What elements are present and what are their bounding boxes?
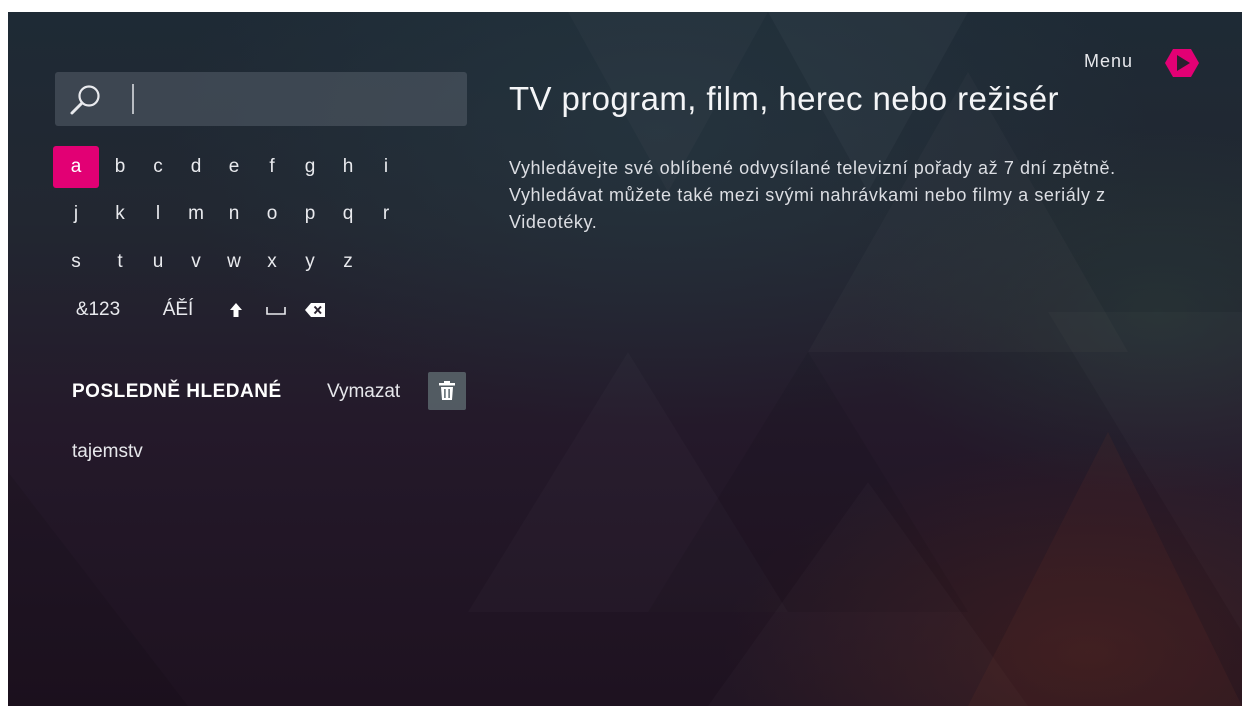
key-w[interactable]: w [217, 241, 251, 283]
key-t[interactable]: t [103, 241, 137, 283]
key-i[interactable]: i [369, 146, 403, 188]
play-arrow-icon [1165, 49, 1199, 77]
key-a[interactable]: a [53, 146, 99, 188]
key-b[interactable]: b [103, 146, 137, 188]
key-backspace[interactable] [297, 289, 333, 331]
key-shift[interactable] [221, 289, 251, 331]
key-y[interactable]: y [293, 241, 327, 283]
text-cursor [132, 84, 134, 114]
clear-history-label[interactable]: Vymazat [327, 381, 400, 403]
key-d[interactable]: d [179, 146, 213, 188]
key-v[interactable]: v [179, 241, 213, 283]
key-o[interactable]: o [255, 193, 289, 235]
key-p[interactable]: p [293, 193, 327, 235]
menu-label: Menu [1084, 51, 1134, 71]
key-m[interactable]: m [179, 193, 213, 235]
search-input[interactable] [55, 72, 467, 126]
on-screen-keyboard: a b c d e f g h i j k l m n o p q r s t … [53, 146, 473, 346]
recent-search-item[interactable]: tajemstv [72, 441, 143, 463]
key-numbers[interactable]: &123 [67, 289, 129, 331]
key-q[interactable]: q [331, 193, 365, 235]
search-headline: TV program, film, herec nebo režisér [509, 80, 1059, 117]
key-e[interactable]: e [217, 146, 251, 188]
key-c[interactable]: c [141, 146, 175, 188]
key-space[interactable] [259, 289, 293, 331]
key-h[interactable]: h [331, 146, 365, 188]
key-x[interactable]: x [255, 241, 289, 283]
key-l[interactable]: l [141, 193, 175, 235]
search-icon [70, 85, 100, 115]
key-u[interactable]: u [141, 241, 175, 283]
key-g[interactable]: g [293, 146, 327, 188]
backspace-icon [305, 302, 325, 317]
key-s[interactable]: s [59, 241, 93, 283]
up-arrow-icon [230, 302, 242, 317]
recent-searches-title: POSLEDNĚ HLEDANÉ [72, 381, 282, 402]
trash-icon [439, 381, 455, 400]
key-f[interactable]: f [255, 146, 289, 188]
key-accents[interactable]: ÁĚÍ [153, 289, 203, 331]
search-description: Vyhledávejte své oblíbené odvysílané tel… [509, 158, 1116, 232]
key-z[interactable]: z [331, 241, 365, 283]
key-r[interactable]: r [369, 193, 403, 235]
key-j[interactable]: j [59, 193, 93, 235]
key-n[interactable]: n [217, 193, 251, 235]
key-k[interactable]: k [103, 193, 137, 235]
tv-search-screen: a b c d e f g h i j k l m n o p q r s t … [8, 12, 1242, 706]
space-icon [266, 306, 286, 315]
clear-history-button[interactable] [428, 372, 466, 410]
